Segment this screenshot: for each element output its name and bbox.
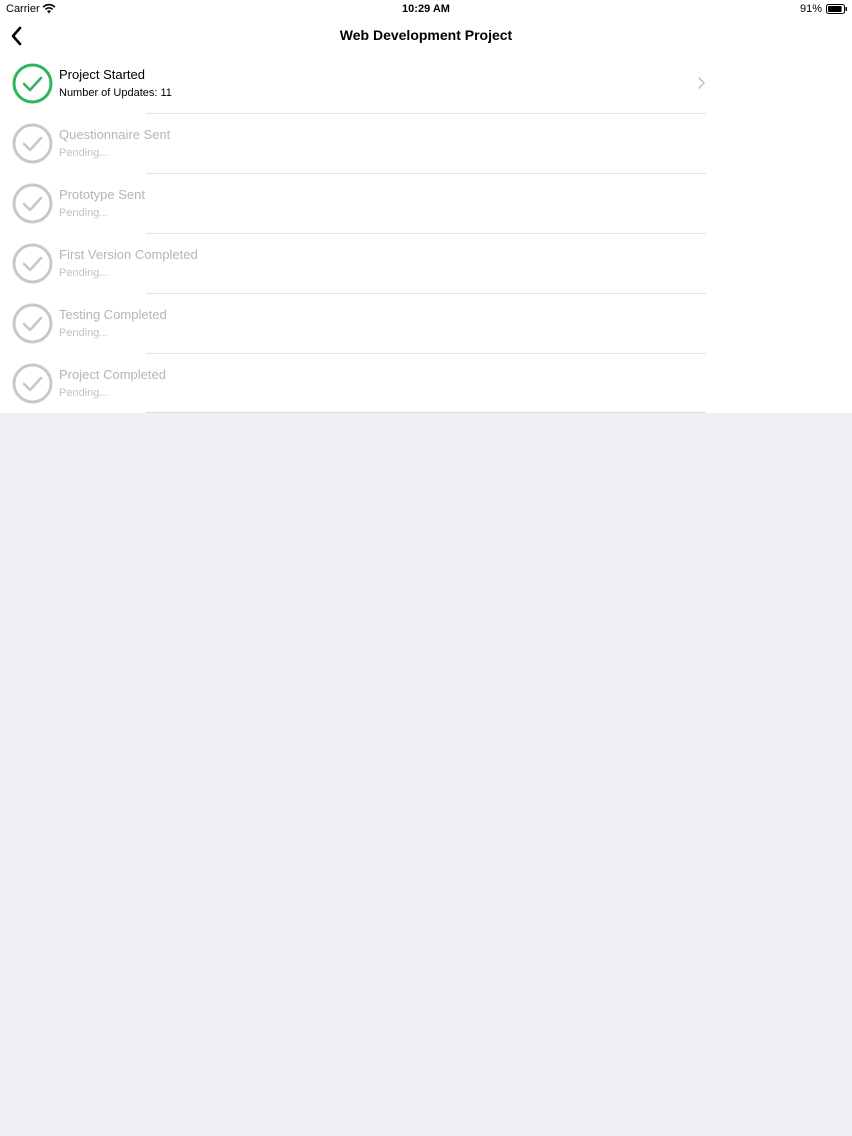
step-title: Questionnaire Sent xyxy=(59,127,171,142)
step-subtitle: Pending... xyxy=(59,207,109,219)
check-circle-icon xyxy=(12,63,53,104)
battery-icon xyxy=(826,4,847,14)
check-circle-icon xyxy=(12,303,53,344)
list-item[interactable]: Testing Completed Pending... xyxy=(0,294,852,354)
step-subtitle: Number of Updates: 11 xyxy=(59,87,172,99)
list-item[interactable]: Prototype Sent Pending... xyxy=(0,174,852,234)
navigation-bar: Web Development Project xyxy=(0,18,852,54)
list-item[interactable]: First Version Completed Pending... xyxy=(0,234,852,294)
milestone-list: Project Started Number of Updates: 11 Qu… xyxy=(0,54,852,413)
step-subtitle: Pending... xyxy=(59,147,109,159)
list-bottom-separator xyxy=(146,412,706,413)
list-item[interactable]: Project Completed Pending... xyxy=(0,354,852,414)
status-time: 10:29 AM xyxy=(402,3,450,15)
chevron-right-icon xyxy=(698,77,705,89)
step-subtitle: Pending... xyxy=(59,327,109,339)
battery-percent: 91% xyxy=(799,3,822,15)
check-circle-icon xyxy=(12,243,53,284)
check-circle-icon xyxy=(12,363,53,404)
list-item[interactable]: Questionnaire Sent Pending... xyxy=(0,114,852,174)
step-title: Testing Completed xyxy=(59,307,167,322)
page-title: Web Development Project xyxy=(339,27,513,43)
step-title: First Version Completed xyxy=(59,247,198,262)
step-subtitle: Pending... xyxy=(59,267,109,279)
step-title: Project Started xyxy=(59,67,145,82)
list-item[interactable]: Project Started Number of Updates: 11 xyxy=(0,54,852,114)
step-title: Project Completed xyxy=(59,367,166,382)
step-subtitle: Pending... xyxy=(59,387,109,399)
screen: Carrier 10:29 AM 91% Web Development Pro… xyxy=(0,0,852,1136)
step-title: Prototype Sent xyxy=(59,187,145,202)
check-circle-icon xyxy=(12,123,53,164)
check-circle-icon xyxy=(12,183,53,224)
status-bar: Carrier 10:29 AM 91% xyxy=(0,0,852,18)
